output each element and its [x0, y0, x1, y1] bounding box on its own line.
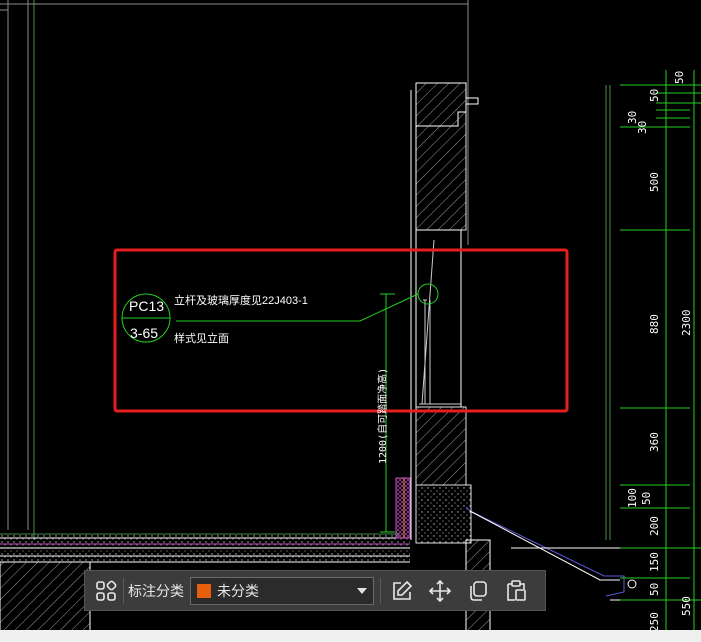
detail-leader	[121, 283, 439, 533]
window-glass	[419, 239, 461, 405]
copy-icon	[470, 580, 487, 601]
dim-text: 100	[626, 488, 639, 508]
edit-button[interactable]	[387, 576, 417, 606]
toolbar-separator	[380, 577, 381, 604]
frame-lines	[0, 0, 469, 530]
dim-text: 2300	[680, 309, 693, 337]
dim-text: 50	[640, 491, 653, 505]
category-color-swatch	[197, 583, 211, 598]
dim-text: 50	[648, 88, 661, 102]
dim-text: 360	[648, 432, 661, 452]
dim-text: 50	[673, 70, 686, 84]
note-glass-spec: 立杆及玻璃厚度见22J403-1	[174, 295, 308, 307]
annotation-toolbar: 标注分类 未分类	[84, 570, 546, 611]
chevron-down-icon	[357, 587, 367, 594]
dim-text: 500	[648, 172, 661, 192]
dim-text: 880	[648, 314, 661, 334]
window-sheet-label: 3-65	[130, 325, 159, 341]
annotation-category-label: 标注分类	[128, 582, 184, 599]
category-select[interactable]: 未分类	[190, 576, 374, 605]
copy-button[interactable]	[463, 576, 493, 606]
dim-text: 30	[636, 120, 649, 134]
paste-button[interactable]	[501, 576, 531, 606]
status-strip	[0, 630, 701, 642]
dim-text: 50	[648, 582, 661, 596]
toolbar-separator	[123, 577, 124, 604]
paste-icon	[507, 579, 526, 601]
move-button[interactable]	[425, 576, 455, 606]
rail-height-dim: 1200(自可踏面净高)	[378, 367, 389, 464]
category-grid-icon	[96, 580, 117, 601]
move-icon	[429, 579, 451, 602]
note-style: 样式见立面	[174, 333, 229, 345]
dim-text: 200	[648, 516, 661, 536]
axis-grid-lines	[0, 0, 611, 540]
category-select-value: 未分类	[217, 582, 259, 599]
category-grid-button[interactable]	[91, 576, 121, 606]
edit-icon	[393, 580, 413, 600]
dim-text: 550	[680, 596, 693, 616]
cad-drawing-canvas[interactable]	[0, 0, 701, 642]
window-code-label: PC13	[129, 298, 165, 314]
dim-text: 150	[648, 552, 661, 572]
